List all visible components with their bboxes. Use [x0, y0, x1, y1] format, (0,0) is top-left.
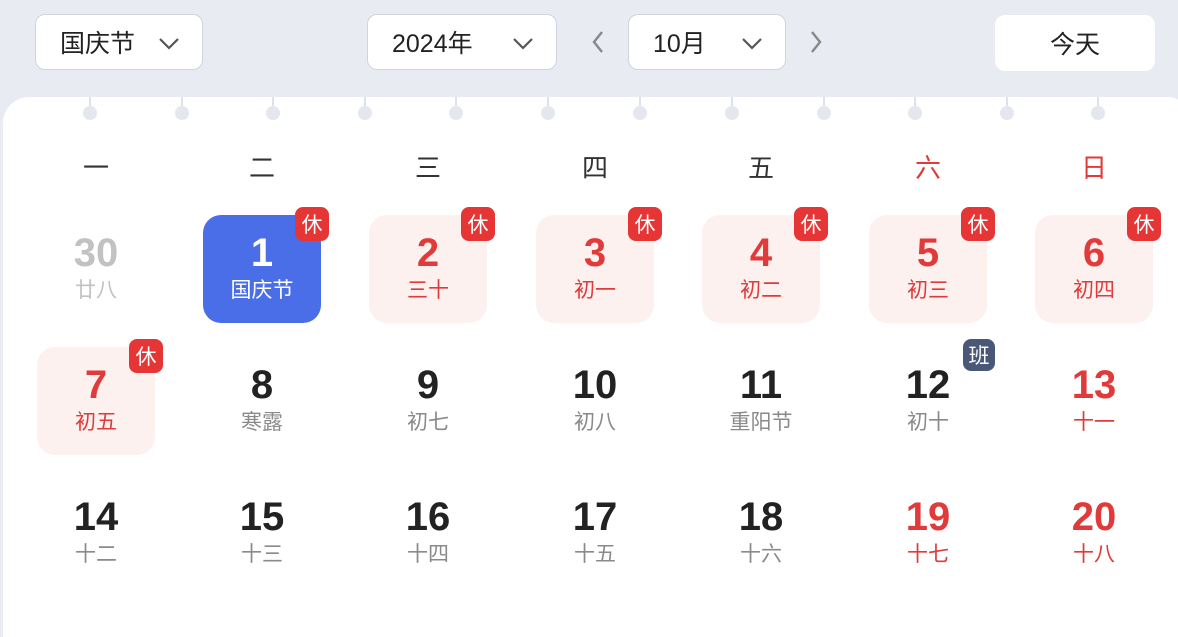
binder-hole	[817, 106, 831, 120]
lunar-date: 初四	[1073, 279, 1115, 302]
lunar-date: 十八	[1073, 543, 1115, 566]
binder-hole	[1091, 106, 1105, 120]
day-cell[interactable]: 9 初七	[369, 347, 487, 455]
rest-badge: 休	[961, 207, 995, 241]
year-select[interactable]: 2024年	[367, 14, 557, 70]
rest-badge: 休	[295, 207, 329, 241]
day-number: 15	[239, 495, 285, 539]
weekday-label: 六	[914, 153, 941, 183]
day-cell[interactable]: 6 初四休	[1035, 207, 1161, 323]
lunar-date: 十七	[907, 543, 949, 566]
next-month-button[interactable]	[806, 28, 826, 56]
holiday-select[interactable]: 国庆节	[35, 14, 203, 70]
toolbar: 国庆节 2024年 10月 今天	[0, 0, 1178, 96]
day-cell[interactable]: 8 寒露	[203, 347, 321, 455]
day-cell[interactable]: 17 十五	[536, 479, 654, 587]
today-button[interactable]: 今天	[995, 15, 1155, 71]
day-cell[interactable]: 7 初五休	[37, 339, 163, 455]
lunar-date: 十四	[407, 543, 449, 566]
binder-hole	[908, 106, 922, 120]
day-cell[interactable]: 3 初一休	[536, 207, 662, 323]
day-number: 9	[416, 363, 440, 407]
rest-badge: 休	[129, 339, 163, 373]
workday-badge: 班	[963, 339, 995, 371]
binder-hole	[1000, 106, 1014, 120]
lunar-date: 重阳节	[729, 411, 793, 434]
binder-hole	[83, 106, 97, 120]
day-cell[interactable]: 19 十七	[869, 479, 987, 587]
lunar-date: 十五	[574, 543, 616, 566]
lunar-date: 初二	[740, 279, 782, 302]
lunar-date: 十三	[241, 543, 283, 566]
rest-badge: 休	[794, 207, 828, 241]
day-cell[interactable]: 12 初十班	[869, 339, 995, 455]
lunar-date: 十二	[75, 543, 117, 566]
lunar-date: 初八	[574, 411, 616, 434]
day-number: 30	[73, 231, 119, 275]
rest-badge: 休	[461, 207, 495, 241]
binder-hole	[725, 106, 739, 120]
day-number: 10	[572, 363, 618, 407]
month-select-value: 10月	[653, 30, 706, 58]
lunar-date: 初十	[907, 411, 949, 434]
weekday-label: 五	[747, 153, 774, 183]
weekday-label: 日	[1080, 153, 1107, 183]
weekday-label: 四	[581, 153, 608, 183]
chevron-down-icon	[513, 38, 533, 50]
day-cell[interactable]: 4 初二休	[702, 207, 828, 323]
day-cell[interactable]: 20 十八	[1035, 479, 1153, 587]
weekday-label: 二	[248, 153, 275, 183]
day-cell[interactable]: 13 十一	[1035, 347, 1153, 455]
chevron-down-icon	[159, 38, 179, 50]
lunar-date: 十六	[740, 543, 782, 566]
day-cell[interactable]: 15 十三	[203, 479, 321, 587]
binder-hole	[266, 106, 280, 120]
day-cell[interactable]: 1 国庆节休	[203, 207, 329, 323]
weekday-label: 一	[82, 153, 109, 183]
binder-hole	[358, 106, 372, 120]
binder-hole	[633, 106, 647, 120]
day-number: 13	[1071, 363, 1117, 407]
lunar-date: 国庆节	[230, 279, 294, 302]
lunar-date: 初一	[574, 279, 616, 302]
day-number: 11	[739, 363, 783, 407]
binder-hole	[175, 106, 189, 120]
weekday-label: 三	[414, 153, 441, 183]
month-select[interactable]: 10月	[628, 14, 786, 70]
day-number: 14	[73, 495, 119, 539]
day-cell[interactable]: 11 重阳节	[702, 347, 820, 455]
day-number: 16	[405, 495, 451, 539]
day-cell[interactable]: 5 初三休	[869, 207, 995, 323]
lunar-date: 三十	[407, 279, 449, 302]
holiday-select-value: 国庆节	[60, 30, 136, 58]
day-cell[interactable]: 10 初八	[536, 347, 654, 455]
lunar-date: 寒露	[241, 411, 283, 434]
prev-month-button[interactable]	[588, 28, 608, 56]
day-number: 18	[738, 495, 784, 539]
day-number: 17	[572, 495, 618, 539]
day-number: 20	[1071, 495, 1117, 539]
lunar-date: 十一	[1073, 411, 1115, 434]
lunar-date: 初七	[407, 411, 449, 434]
lunar-date: 初五	[75, 411, 117, 434]
day-cell[interactable]: 18 十六	[702, 479, 820, 587]
rest-badge: 休	[1127, 207, 1161, 241]
rest-badge: 休	[628, 207, 662, 241]
day-cell[interactable]: 2 三十休	[369, 207, 495, 323]
day-cell[interactable]: 30 廿八	[37, 215, 155, 323]
day-cell[interactable]: 14 十二	[37, 479, 155, 587]
lunar-date: 廿八	[75, 279, 117, 302]
binder-hole	[541, 106, 555, 120]
day-cell[interactable]: 16 十四	[369, 479, 487, 587]
year-select-value: 2024年	[392, 30, 473, 58]
day-number: 19	[905, 495, 951, 539]
lunar-date: 初三	[907, 279, 949, 302]
binder-hole	[449, 106, 463, 120]
day-number: 8	[250, 363, 274, 407]
chevron-down-icon	[742, 38, 762, 50]
